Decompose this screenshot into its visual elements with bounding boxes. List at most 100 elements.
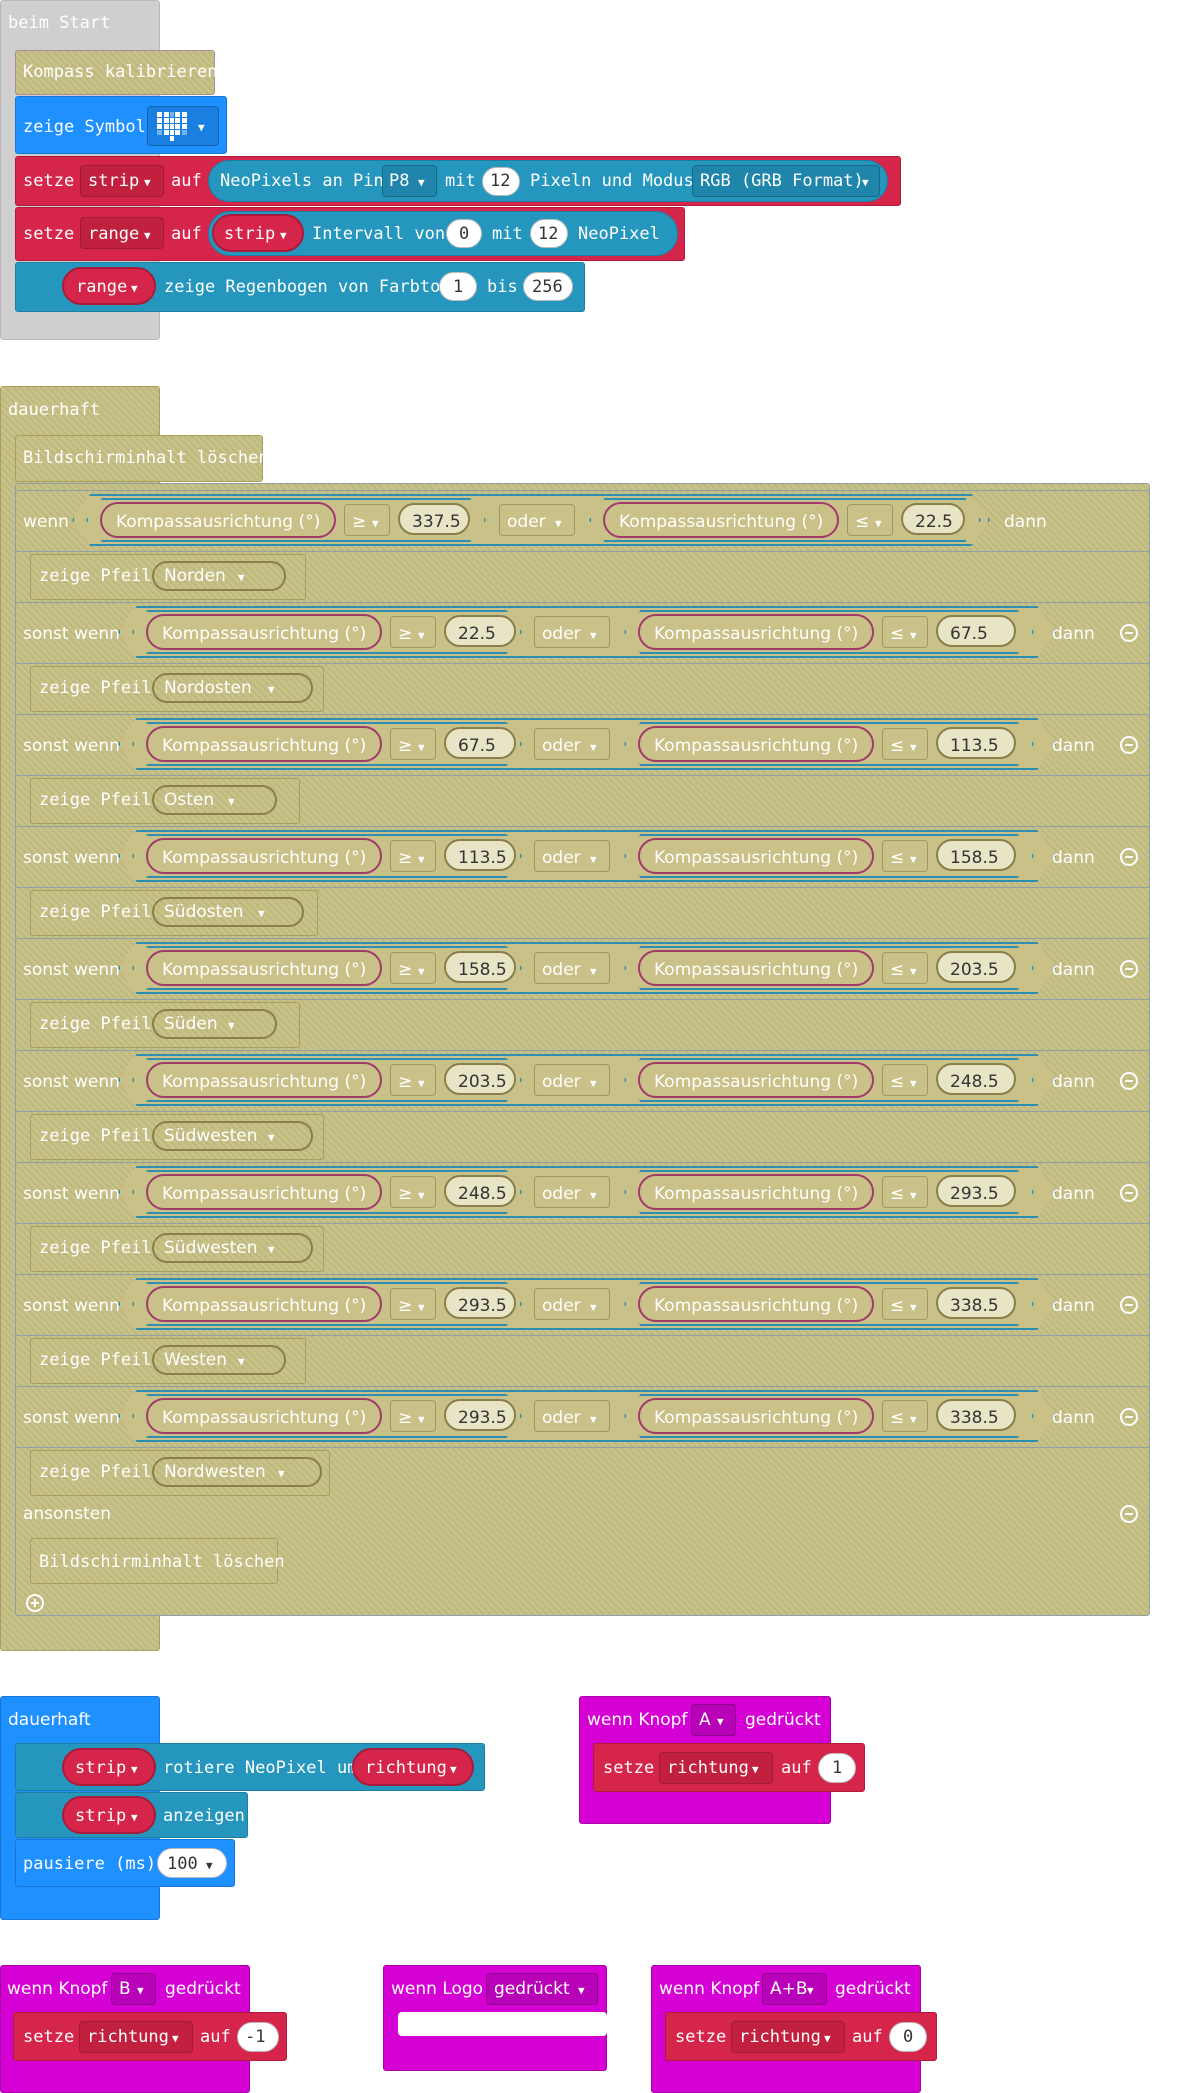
chevron-down-icon: ▼ [450, 1763, 457, 1776]
heart-icon [155, 110, 189, 142]
remove-branch-icon[interactable] [1120, 1408, 1138, 1426]
compass-heading-label: Kompassausrichtung (°) [162, 1184, 367, 1204]
pixels-mode-label: Pixeln und Modus [530, 171, 694, 191]
remove-else-icon[interactable] [1120, 1505, 1138, 1523]
le-label: ≤ [855, 512, 870, 532]
chevron-down-icon: ▼ [910, 965, 917, 978]
le-dropdown[interactable] [882, 728, 928, 760]
then-label: dann [1052, 1408, 1095, 1428]
button-a-key-dropdown[interactable] [691, 1704, 736, 1736]
ge-dropdown[interactable] [390, 1176, 436, 1208]
upper-bound-value: 338.5 [950, 1296, 999, 1316]
compass-heading-label: Kompassausrichtung (°) [654, 1184, 859, 1204]
remove-branch-icon[interactable] [1120, 624, 1138, 642]
le-dropdown[interactable] [882, 1064, 928, 1096]
arrow-direction-label: Westen [164, 1350, 228, 1370]
le-dropdown[interactable] [882, 1400, 928, 1432]
compass-heading-label: Kompassausrichtung (°) [162, 1072, 367, 1092]
le-dropdown[interactable] [882, 616, 928, 648]
then-label: dann [1052, 736, 1095, 756]
le-dropdown[interactable] [882, 952, 928, 984]
arrow-direction-label: Nordosten [164, 678, 252, 698]
lower-bound-value: 158.5 [458, 960, 507, 980]
upper-bound-value: 248.5 [950, 1072, 999, 1092]
arrow-direction-label: Südosten [164, 902, 244, 922]
upper-bound-value: 338.5 [950, 1408, 999, 1428]
ge-dropdown[interactable] [390, 952, 436, 984]
button-b-key-dropdown[interactable] [111, 1973, 156, 2005]
button-ab-wenn: wenn Knopf [659, 1979, 760, 1999]
le-label: ≤ [890, 1296, 905, 1316]
chevron-down-icon: ▼ [258, 907, 265, 920]
or-label: oder [507, 512, 546, 532]
ge-label: ≥ [398, 1072, 413, 1092]
hue-from-value: 1 [453, 277, 464, 297]
add-branch-icon[interactable] [26, 1594, 44, 1612]
ge-dropdown[interactable] [390, 840, 436, 872]
interval-from-value: 0 [459, 224, 470, 244]
ge-dropdown[interactable] [390, 728, 436, 760]
le-dropdown[interactable] [882, 840, 928, 872]
ge-label: ≥ [398, 1296, 413, 1316]
arrow-direction-label: Südwesten [164, 1126, 258, 1146]
chevron-down-icon: ▼ [807, 1984, 814, 1997]
set-label: setze [603, 1758, 655, 1778]
then-label: dann [1052, 624, 1095, 644]
remove-branch-icon[interactable] [1120, 960, 1138, 978]
lower-bound-value: 203.5 [458, 1072, 507, 1092]
chevron-down-icon: ▼ [238, 571, 245, 584]
or-label: oder [542, 848, 581, 868]
ge-dropdown[interactable] [390, 1288, 436, 1320]
chevron-down-icon: ▼ [590, 1301, 597, 1314]
upper-bound-value: 67.5 [950, 624, 988, 644]
remove-branch-icon[interactable] [1120, 1184, 1138, 1202]
compass-heading-label: Kompassausrichtung (°) [162, 1408, 367, 1428]
chevron-down-icon: ▼ [752, 1763, 759, 1776]
else-if-label: sonst wenn [23, 1184, 120, 1204]
chevron-down-icon: ▼ [590, 1189, 597, 1202]
remove-branch-icon[interactable] [1120, 736, 1138, 754]
else-label: ansonsten [23, 1504, 111, 1524]
chevron-down-icon: ▼ [228, 795, 235, 808]
le-dropdown[interactable] [882, 1176, 928, 1208]
compass-heading-label: Kompassausrichtung (°) [654, 1296, 859, 1316]
chevron-down-icon: ▼ [590, 965, 597, 978]
button-ab-pressed: gedrückt [835, 1979, 911, 1999]
rainbow-bis: bis [487, 277, 518, 297]
compass-heading-label: Kompassausrichtung (°) [162, 848, 367, 868]
then-label: dann [1052, 1072, 1095, 1092]
rotate-label: rotiere NeoPixel um [163, 1758, 358, 1778]
le-dropdown[interactable] [847, 504, 893, 536]
logo-empty-slot[interactable] [398, 2012, 607, 2036]
else-if-label: sonst wenn [23, 1296, 120, 1316]
upper-bound-value: 203.5 [950, 960, 999, 980]
else-if-label: sonst wenn [23, 960, 120, 980]
set-range-setze: setze [23, 224, 75, 244]
button-a-pressed: gedrückt [745, 1710, 821, 1730]
chevron-down-icon: ▼ [372, 517, 379, 530]
remove-branch-icon[interactable] [1120, 1072, 1138, 1090]
ge-dropdown[interactable] [390, 616, 436, 648]
ge-dropdown[interactable] [344, 504, 390, 536]
compass-heading-label: Kompassausrichtung (°) [116, 512, 321, 532]
ge-dropdown[interactable] [390, 1064, 436, 1096]
ge-label: ≥ [398, 624, 413, 644]
range-variable-label: range [88, 224, 140, 244]
le-label: ≤ [890, 624, 905, 644]
show-arrow-label: zeige Pfeil [39, 566, 152, 586]
ge-dropdown[interactable] [390, 1400, 436, 1432]
show-arrow-label: zeige Pfeil [39, 1014, 152, 1034]
chevron-down-icon: ▼ [144, 229, 151, 242]
or-label: oder [542, 624, 581, 644]
remove-branch-icon[interactable] [1120, 1296, 1138, 1314]
ge-label: ≥ [398, 736, 413, 756]
compass-heading-label: Kompassausrichtung (°) [654, 736, 859, 756]
le-dropdown[interactable] [882, 1288, 928, 1320]
auf-label: auf [852, 2027, 883, 2047]
remove-branch-icon[interactable] [1120, 848, 1138, 866]
lower-bound-value: 113.5 [458, 848, 507, 868]
chevron-down-icon: ▼ [717, 1715, 724, 1728]
start-hat-label: beim Start [8, 13, 111, 33]
forever-hat-label: dauerhaft [8, 400, 101, 420]
or-label: oder [542, 1408, 581, 1428]
